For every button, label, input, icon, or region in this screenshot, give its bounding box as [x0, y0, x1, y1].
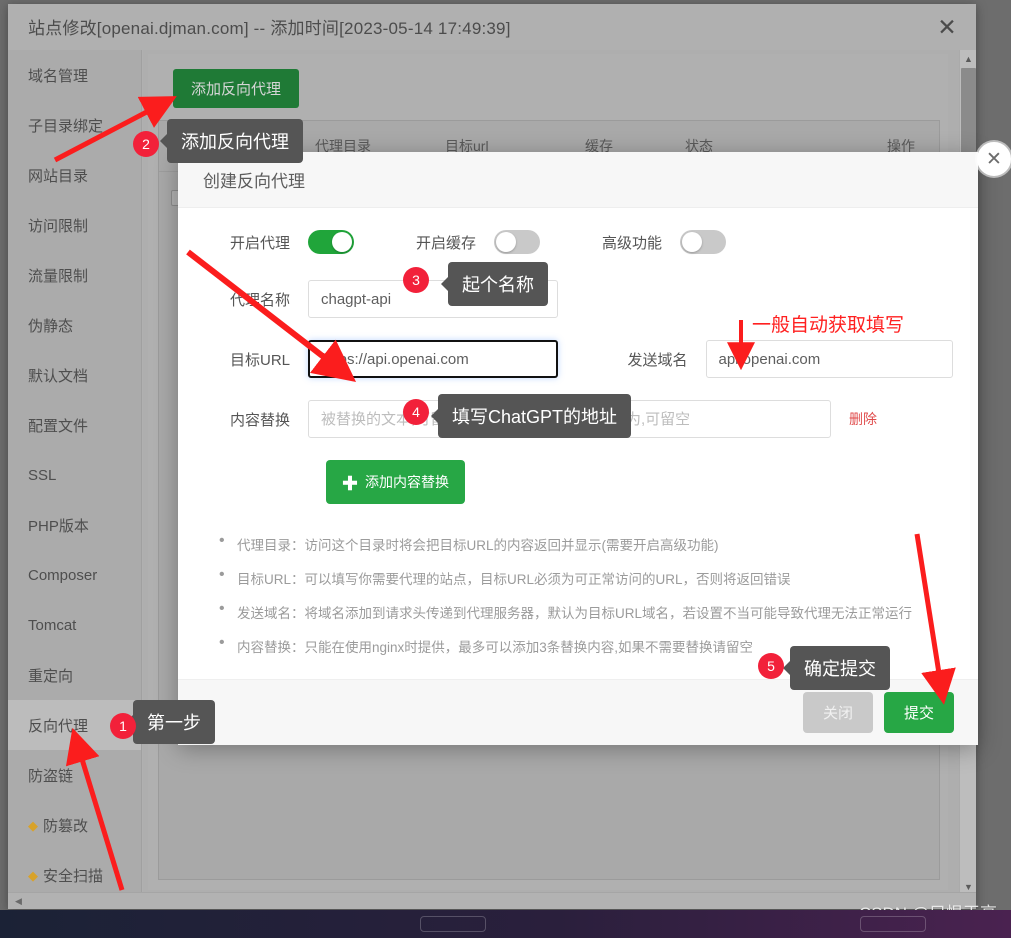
taskbar-item	[860, 916, 926, 932]
sidebar-item-label: 配置文件	[28, 415, 88, 436]
sidebar-item-site-dir[interactable]: 网站目录	[8, 150, 141, 200]
enable-cache-label: 开启缓存	[354, 232, 494, 253]
sidebar-item-label: SSL	[28, 467, 56, 484]
advanced-feature-label: 高级功能	[540, 232, 680, 253]
target-url-label: 目标URL	[203, 349, 308, 370]
horizontal-scrollbar[interactable]: ◀	[8, 892, 976, 909]
sidebar-item-label: 重定向	[28, 665, 73, 686]
toggle-knob	[496, 232, 516, 252]
scroll-up-icon[interactable]: ▲	[960, 50, 977, 67]
send-domain-label: 发送域名	[558, 349, 706, 370]
sidebar-item-label: PHP版本	[28, 515, 89, 536]
sidebar-item-label: Tomcat	[28, 617, 76, 634]
annotation-badge-5: 5	[758, 653, 784, 679]
sidebar-item-redirect[interactable]: 重定向	[8, 650, 141, 700]
delete-replace-link[interactable]: 删除	[849, 409, 877, 429]
sidebar-item-rewrite[interactable]: 伪静态	[8, 300, 141, 350]
window-close-button[interactable]: ✕	[932, 12, 962, 42]
add-content-replace-button[interactable]: ✚ 添加内容替换	[326, 460, 465, 504]
sidebar-item-label: 伪静态	[28, 315, 73, 336]
gem-icon: ◆	[28, 869, 38, 882]
sidebar-item-config-file[interactable]: 配置文件	[8, 400, 141, 450]
sidebar-item-label: Composer	[28, 567, 97, 584]
taskbar-item	[420, 916, 486, 932]
sidebar-item-composer[interactable]: Composer	[8, 550, 141, 600]
annotation-badge-2: 2	[133, 131, 159, 157]
dialog-close-button[interactable]: ✕	[977, 142, 1011, 176]
add-reverse-proxy-button[interactable]: 添加反向代理	[173, 69, 299, 108]
tip-send-domain: 发送域名：将域名添加到请求头传递到代理服务器，默认为目标URL域名，若设置不当可…	[215, 602, 953, 622]
sidebar-item-php-version[interactable]: PHP版本	[8, 500, 141, 550]
content-replace-label: 内容替换	[203, 409, 308, 430]
sidebar-item-label: 防盗链	[28, 765, 73, 786]
scroll-left-icon[interactable]: ◀	[10, 893, 27, 910]
sidebar-item-access-limit[interactable]: 访问限制	[8, 200, 141, 250]
sidebar-item-anti-tamper[interactable]: ◆ 防篡改	[8, 800, 141, 850]
toggles-row: 开启代理 开启缓存 高级功能	[203, 230, 953, 254]
dialog-submit-button[interactable]: 提交	[884, 692, 954, 733]
sidebar-item-domain[interactable]: 域名管理	[8, 50, 141, 100]
annotation-red-note: 一般自动获取填写	[752, 310, 904, 337]
window-title-bar: 站点修改[openai.djman.com] -- 添加时间[2023-05-1…	[8, 4, 976, 48]
target-url-row: 目标URL 发送域名	[203, 340, 953, 378]
sidebar-item-label: 访问限制	[28, 215, 88, 236]
sidebar-item-label: 域名管理	[28, 65, 88, 86]
annotation-tooltip-3: 起个名称	[448, 262, 548, 306]
send-domain-input[interactable]	[706, 340, 954, 378]
annotation-tooltip-2: 添加反向代理	[167, 119, 303, 163]
sidebar-item-subdir-bind[interactable]: 子目录绑定	[8, 100, 141, 150]
sidebar-item-label: 默认文档	[28, 365, 88, 386]
sidebar: 域名管理 子目录绑定 网站目录 访问限制 流量限制 伪静态 默认文档 配置文件	[8, 50, 142, 895]
sidebar-item-traffic-limit[interactable]: 流量限制	[8, 250, 141, 300]
sidebar-item-label: 网站目录	[28, 165, 88, 186]
help-tips-list: 代理目录：访问这个目录时将会把目标URL的内容返回并显示(需要开启高级功能) 目…	[215, 534, 953, 656]
annotation-badge-3: 3	[403, 267, 429, 293]
sidebar-item-default-doc[interactable]: 默认文档	[8, 350, 141, 400]
annotation-tooltip-1: 第一步	[133, 700, 215, 744]
sidebar-item-label: 子目录绑定	[28, 115, 103, 136]
advanced-feature-toggle[interactable]	[680, 230, 726, 254]
plus-icon: ✚	[342, 470, 358, 494]
sidebar-item-label: 流量限制	[28, 265, 88, 286]
page-title: 站点修改[openai.djman.com] -- 添加时间[2023-05-1…	[28, 14, 511, 39]
target-url-input[interactable]	[308, 340, 558, 378]
toggle-knob	[682, 232, 702, 252]
sidebar-item-ssl[interactable]: SSL	[8, 450, 141, 500]
screen: 站点修改[openai.djman.com] -- 添加时间[2023-05-1…	[0, 0, 1011, 938]
sidebar-item-anti-leech[interactable]: 防盗链	[8, 750, 141, 800]
annotation-badge-4: 4	[403, 399, 429, 425]
enable-cache-toggle[interactable]	[494, 230, 540, 254]
sidebar-item-label: 防篡改	[43, 815, 88, 836]
annotation-tooltip-5: 确定提交	[790, 646, 890, 690]
tip-target-url: 目标URL：可以填写你需要代理的站点，目标URL必须为可正常访问的URL，否则将…	[215, 568, 953, 588]
add-content-replace-label: 添加内容替换	[365, 472, 449, 492]
taskbar	[0, 910, 1011, 938]
sidebar-item-label: 安全扫描	[43, 865, 103, 886]
annotation-badge-1: 1	[110, 713, 136, 739]
dialog-body: 开启代理 开启缓存 高级功能 代理名称 目标URL	[178, 208, 978, 678]
toggle-knob	[332, 232, 352, 252]
tip-proxy-dir: 代理目录：访问这个目录时将会把目标URL的内容返回并显示(需要开启高级功能)	[215, 534, 953, 554]
dialog-close-text-button[interactable]: 关闭	[803, 692, 873, 733]
gem-icon: ◆	[28, 819, 38, 832]
enable-proxy-label: 开启代理	[203, 232, 308, 253]
annotation-tooltip-4: 填写ChatGPT的地址	[438, 394, 631, 438]
proxy-name-label: 代理名称	[203, 289, 308, 310]
sidebar-item-label: 反向代理	[28, 715, 88, 736]
sidebar-item-tomcat[interactable]: Tomcat	[8, 600, 141, 650]
dialog-title: 创建反向代理	[203, 167, 305, 192]
enable-proxy-toggle[interactable]	[308, 230, 354, 254]
